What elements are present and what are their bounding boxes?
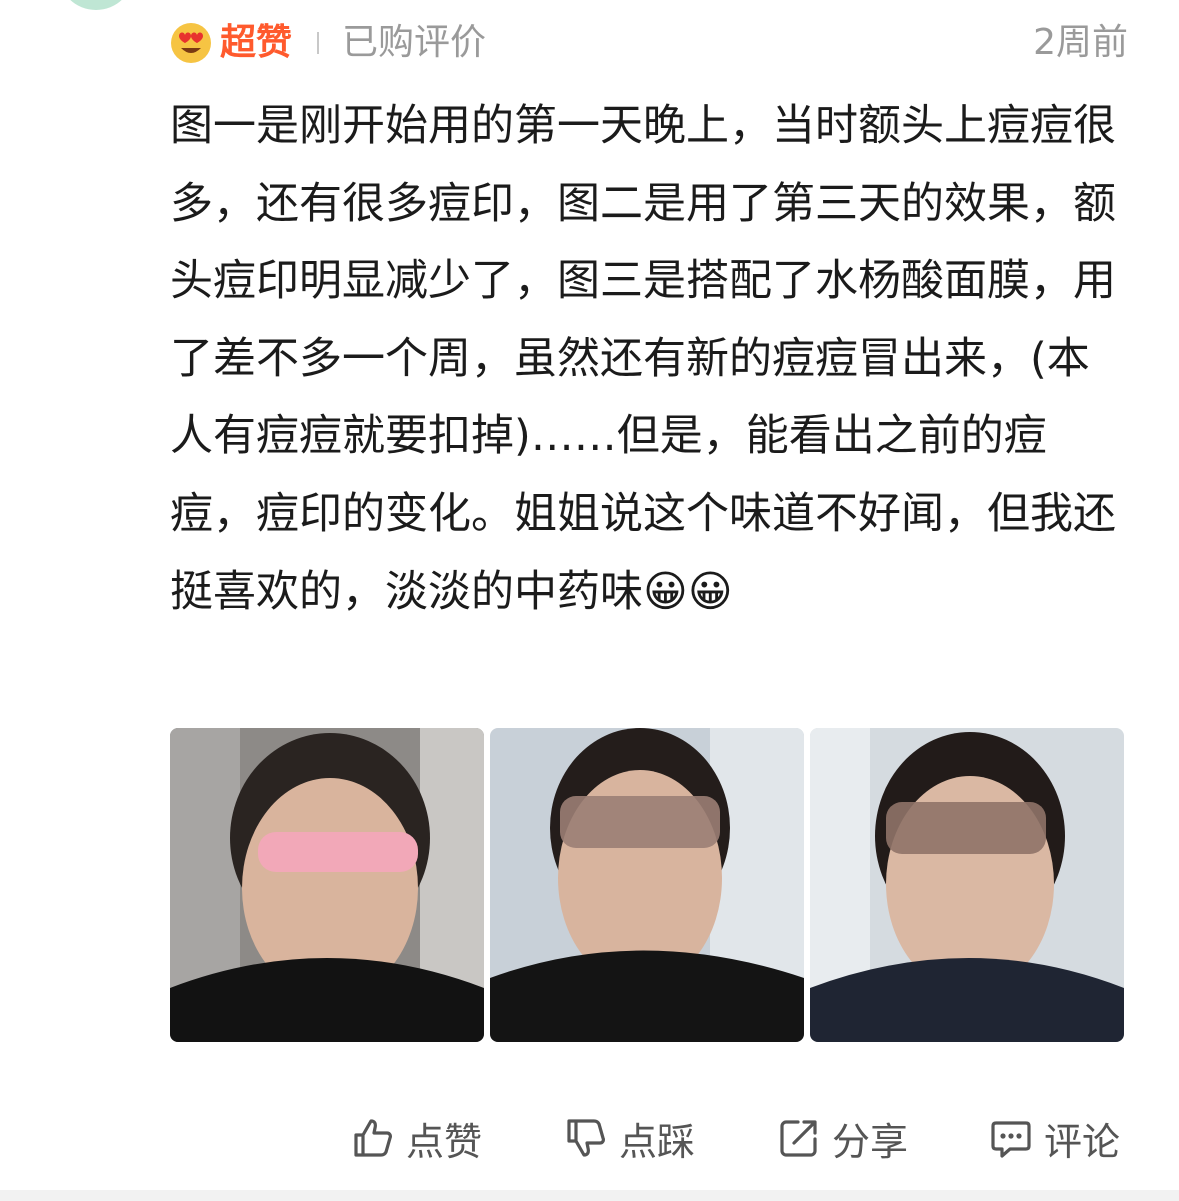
review-photo-2[interactable] bbox=[490, 728, 804, 1042]
dislike-label: 点踩 bbox=[619, 1119, 696, 1164]
share-label: 分享 bbox=[832, 1119, 909, 1164]
dislike-button[interactable]: 点踩 bbox=[563, 1108, 695, 1168]
review-photo-3[interactable] bbox=[810, 728, 1124, 1042]
purchase-tag: 已购评价 bbox=[342, 22, 487, 63]
bottom-separator bbox=[0, 1190, 1179, 1201]
review-time: 2周前 bbox=[1033, 22, 1128, 63]
thumbs-up-icon bbox=[354, 1119, 392, 1157]
rating-label: 超赞 bbox=[220, 22, 293, 63]
comment-label: 评论 bbox=[1044, 1119, 1121, 1164]
thumbs-down-icon bbox=[567, 1119, 605, 1157]
divider bbox=[317, 32, 319, 54]
avatar[interactable] bbox=[58, 0, 134, 10]
like-button[interactable]: 点赞 bbox=[350, 1108, 482, 1168]
action-bar: 点赞 点踩 分享 评论 bbox=[0, 1108, 1179, 1168]
review-text: 图一是刚开始用的第一天晚上，当时额头上痘痘很多，还有很多痘印，图二是用了第三天的… bbox=[170, 101, 1116, 617]
review-photo-1[interactable] bbox=[170, 728, 484, 1042]
heart-eyes-emoji-icon bbox=[171, 23, 211, 63]
comment-button[interactable]: 评论 bbox=[988, 1108, 1120, 1168]
review-header: 超赞 已购评价 2周前 bbox=[170, 18, 1130, 68]
share-button[interactable]: 分享 bbox=[776, 1108, 908, 1168]
comment-icon bbox=[991, 1121, 1031, 1158]
like-label: 点赞 bbox=[406, 1119, 483, 1164]
share-icon bbox=[780, 1120, 817, 1157]
review-photos bbox=[170, 728, 1126, 1042]
